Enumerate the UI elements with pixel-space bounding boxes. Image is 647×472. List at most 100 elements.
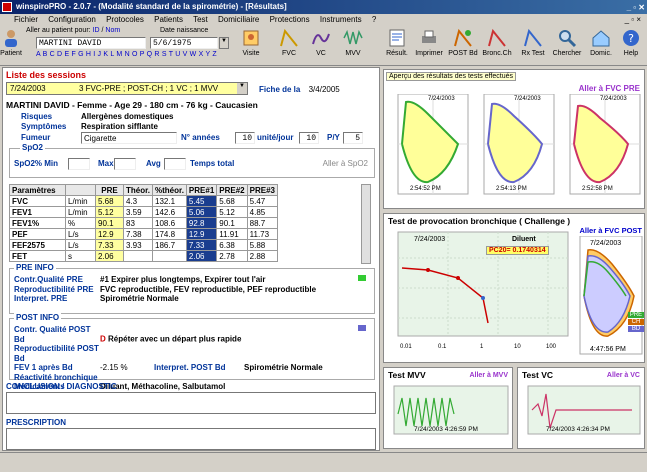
menu-protections[interactable]: Protections: [270, 15, 310, 24]
visit-icon: [243, 30, 259, 46]
fvc-button[interactable]: FVC: [272, 28, 306, 64]
table-row[interactable]: FET s 2.06 2.06 2.78 2.88: [9, 250, 279, 262]
menu-bar: Fichier Configuration Protocoles Patient…: [0, 14, 647, 26]
app-window: winspiroPRO - 2.0.7 - (Modalité standard…: [0, 0, 647, 472]
left-panel: Liste des sessions 7/24/2003 3 FVC-PRE ;…: [2, 67, 380, 451]
window-title: winspiroPRO - 2.0.7 - (Modalité standard…: [16, 2, 287, 11]
session-select[interactable]: 7/24/2003 3 FVC-PRE ; POST-CH ; 1 VC ; 1…: [6, 82, 248, 95]
session-desc: 3 FVC-PRE ; POST-CH ; 1 VC ; 1 MVV: [79, 84, 219, 93]
spo2-min-input[interactable]: [68, 158, 90, 170]
spo2-title: SpO2: [20, 143, 45, 152]
unite-input[interactable]: 10: [299, 132, 319, 144]
menu-configuration[interactable]: Configuration: [48, 15, 96, 24]
mdi-controls[interactable]: _ ▫ ×: [625, 15, 641, 24]
goto-mvv-link[interactable]: Aller à MVV: [469, 372, 508, 379]
prescription-label: PRESCRIPTION: [6, 418, 67, 427]
menu-help[interactable]: ?: [372, 15, 376, 24]
window-controls[interactable]: _ ▫ ✕: [627, 1, 645, 15]
menu-instruments[interactable]: Instruments: [320, 15, 362, 24]
legend-pre: PRE: [628, 312, 644, 318]
sessions-title: Liste des sessions: [6, 70, 87, 80]
pre-qual-label: Contr.Qualité PRE: [14, 275, 83, 284]
unite-label: unité/jour: [257, 133, 294, 142]
app-icon: [2, 2, 12, 12]
patient-name-input[interactable]: MARTINI DAVID: [36, 37, 146, 49]
mvv-button[interactable]: MVV: [336, 28, 370, 64]
menu-patients[interactable]: Patients: [154, 15, 183, 24]
post-reac-label: Réactivité bronchique: [14, 372, 98, 382]
goto-spo2-link[interactable]: Aller à SpO2: [323, 159, 368, 168]
pre-repro-value: FVC reproductible, FEV reproductible, PE…: [100, 284, 317, 294]
flow-volume-loop-3[interactable]: 7/24/2003 2:52:58 PM: [560, 94, 642, 206]
vc-chart[interactable]: [522, 384, 642, 446]
rx-test-button[interactable]: Rx Test: [516, 28, 550, 64]
post-bd-button[interactable]: POST Bd: [446, 28, 480, 64]
menu-domiciliaire[interactable]: Domiciliaire: [218, 15, 259, 24]
fiche-date: 3/4/2005: [308, 85, 340, 94]
post-fev-value: -2.15 %: [100, 363, 128, 372]
pre-info-title: PRE INFO: [14, 263, 56, 272]
results-button[interactable]: Résult.: [380, 28, 414, 64]
prescription-textarea[interactable]: [6, 428, 376, 450]
post-loop-chart[interactable]: [578, 236, 644, 360]
annees-input[interactable]: 10: [235, 132, 255, 144]
conclusion-textarea[interactable]: [6, 392, 376, 414]
patient-icon: [5, 30, 17, 47]
params-header-row: Paramètres PRE Théor. %théor. PRE#1 PRE#…: [9, 184, 279, 196]
menu-protocoles[interactable]: Protocoles: [106, 15, 144, 24]
pc20-value: PC20= 0.1740314: [486, 246, 549, 255]
legend-ch: CH: [628, 319, 644, 325]
spo2-avg-label: Avg: [146, 159, 161, 168]
fiche-label: Fiche de la: [259, 85, 301, 94]
visite-button[interactable]: Visite: [234, 28, 268, 64]
help-button[interactable]: ? Help: [614, 28, 647, 64]
chevron-down-icon[interactable]: ▼: [237, 83, 247, 94]
mvv-panel: Test MVV Aller à MVV 7/24/2003 4:26:59 P…: [383, 367, 513, 449]
search-button[interactable]: Chercher: [550, 28, 584, 64]
fumeur-input[interactable]: Cigarette: [81, 132, 177, 144]
goto-fvc-pre-link[interactable]: Aller à FVC PRE: [579, 84, 640, 93]
domic-button[interactable]: Domic.: [584, 28, 618, 64]
pre-qual-value: #1 Expirer plus longtemps, Expirer tout …: [100, 275, 266, 284]
spo2-max-input[interactable]: [114, 158, 136, 170]
printer-icon: [422, 30, 436, 43]
dob-dropdown-button[interactable]: ▼: [219, 37, 229, 49]
mvv-chart[interactable]: [388, 384, 510, 446]
flow-volume-loop-2[interactable]: 7/24/2003 2:54:13 PM: [474, 94, 556, 206]
legend: PRE CH BD: [628, 312, 644, 332]
table-row[interactable]: FEV1 L/min 5.12 3.59 142.6 5.06 5.12 4.85: [9, 206, 279, 218]
symptomes-label: Symptômes: [21, 121, 67, 131]
table-row[interactable]: FEV1%% 90.1 83 108.6 92.8 90.1 88.7: [9, 217, 279, 229]
print-button[interactable]: Imprimer: [412, 28, 446, 64]
table-row[interactable]: PEF L/s 12.9 7.38 174.8 12.9 11.91 11.73: [9, 228, 279, 240]
loop1-date: 7/24/2003: [428, 96, 455, 102]
post-fev-label: FEV 1 après Bd: [14, 363, 73, 372]
mvv-icon: [343, 29, 363, 45]
flow-volume-loop-1[interactable]: 7/24/2003 2:54:52 PM: [388, 94, 470, 206]
py-input[interactable]: 5: [343, 132, 363, 144]
home-icon: [592, 30, 610, 47]
params-scrollbar[interactable]: [361, 184, 371, 264]
goto-vc-link[interactable]: Aller à VC: [607, 372, 640, 379]
vc-stamp: 7/24/2003 4:26:34 PM: [546, 426, 610, 433]
vc-button[interactable]: VC: [304, 28, 338, 64]
bronc-ch-button[interactable]: Bronc.Ch: [480, 28, 514, 64]
params-table: Paramètres PRE Théor. %théor. PRE#1 PRE#…: [9, 184, 279, 262]
preview-panel: Aperçu des résultats des tests effectués…: [383, 69, 645, 209]
alphabet-index[interactable]: A B C D E F G H I J K L M N O P Q R S T …: [36, 51, 217, 58]
loop2-date: 7/24/2003: [514, 96, 541, 102]
post-loop-time: 4:47:56 PM: [590, 346, 626, 353]
spo2-avg-input[interactable]: [164, 158, 186, 170]
pre-repro-label: Reproductibilité PRE: [14, 284, 94, 294]
menu-test[interactable]: Test: [193, 15, 208, 24]
table-row[interactable]: FVC L/min 5.68 4.3 132.1 5.45 5.68 5.47: [9, 195, 279, 207]
svg-text:?: ?: [628, 32, 634, 45]
challenge-panel: Test de provocation bronchique ( Challen…: [383, 213, 645, 363]
post-qual-label: Contr. Qualité POST Bd: [14, 325, 91, 344]
help-icon: ?: [623, 30, 639, 46]
menu-fichier[interactable]: Fichier: [14, 15, 38, 24]
dob-input[interactable]: 5/6/1975: [150, 37, 218, 49]
goto-fvc-post-link[interactable]: Aller à FVC POST: [579, 226, 642, 235]
patient-button[interactable]: Patient: [0, 28, 22, 64]
table-row[interactable]: FEF2575 L/s 7.33 3.93 186.7 7.33 6.38 5.88: [9, 239, 279, 251]
